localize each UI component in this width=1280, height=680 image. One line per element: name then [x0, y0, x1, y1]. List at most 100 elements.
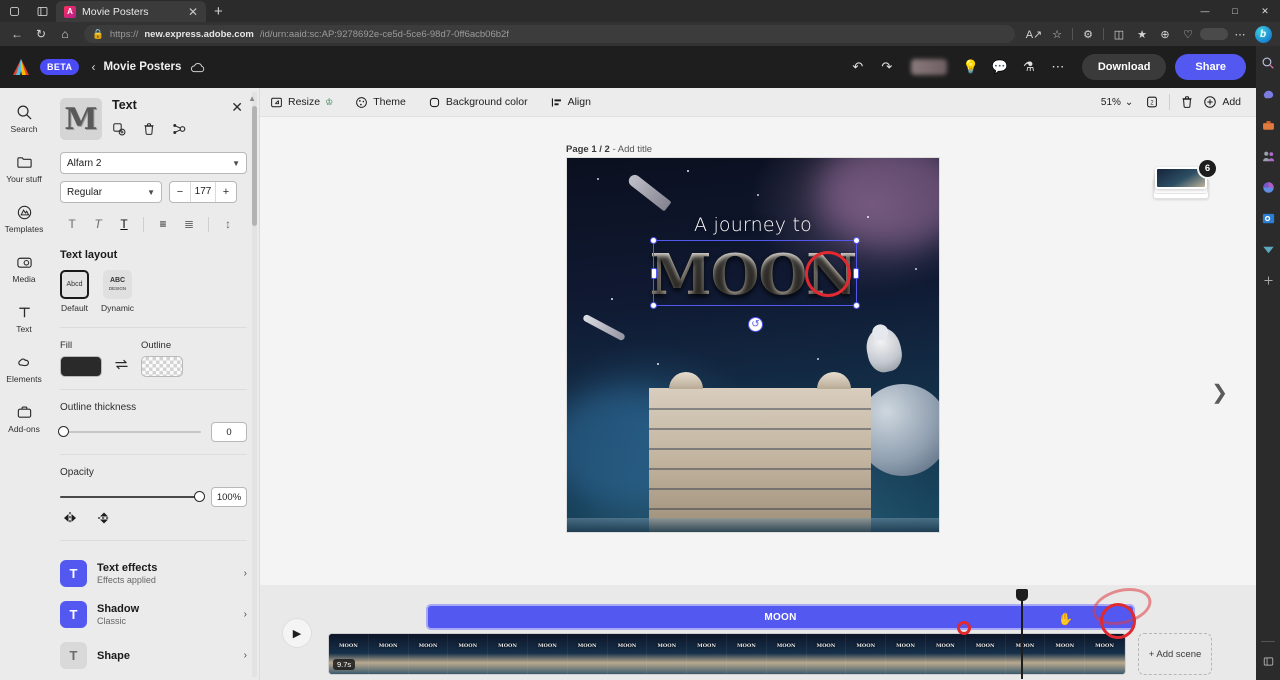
align-button[interactable]: ≡ [151, 213, 175, 235]
fill-color-swatch[interactable] [60, 356, 102, 377]
outlook-icon[interactable] [1259, 209, 1277, 227]
page-label[interactable]: Page 1 / 2 - Add title [566, 144, 652, 155]
uppercase-button[interactable]: T [60, 213, 84, 235]
sidebar-item-add-ons[interactable]: Add-ons [0, 398, 48, 438]
user-avatar[interactable] [911, 59, 947, 75]
slider-knob[interactable] [194, 491, 205, 502]
back-arrow-icon[interactable]: ← [6, 24, 28, 44]
panel-scroll-thumb[interactable] [252, 106, 257, 226]
add-collection-icon[interactable]: ⊕ [1154, 24, 1176, 44]
maximize-button[interactable]: □ [1220, 0, 1250, 22]
tab-overview-icon[interactable] [28, 0, 56, 22]
text-effects-row[interactable]: T Text effects Effects applied › [60, 553, 247, 594]
search-icon[interactable] [1259, 54, 1277, 72]
flip-vertical-icon[interactable] [96, 511, 112, 528]
underline-button[interactable]: T [112, 213, 136, 235]
sidebar-item-elements[interactable]: Elements [0, 348, 48, 388]
playhead-cap[interactable] [1016, 589, 1028, 601]
add-page-button[interactable]: Add [1198, 92, 1246, 112]
shadow-row[interactable]: T Shadow Classic › [60, 594, 247, 635]
poster-canvas[interactable]: A journey to MOON ↺ [567, 158, 939, 532]
filmstrip[interactable]: MOON MOON MOON MOON MOON MOON MOON MOON … [328, 633, 1126, 675]
sidebar-settings-icon[interactable] [1259, 652, 1277, 670]
chevron-right-icon[interactable]: ❯ [1211, 380, 1228, 405]
sidebar-item-media[interactable]: Media [0, 248, 48, 288]
line-spacing-button[interactable]: ↕ [216, 213, 240, 235]
layout-option-default[interactable]: Abcd Default [60, 270, 89, 313]
font-size-decrease-button[interactable]: − [170, 182, 190, 202]
browser-essentials-icon[interactable]: ♡ [1177, 24, 1199, 44]
font-size-value[interactable]: 177 [190, 182, 216, 202]
more-horizontal-icon[interactable]: ⋯ [1045, 54, 1071, 80]
outline-color-swatch[interactable] [141, 356, 183, 377]
close-icon[interactable]: ✕ [186, 6, 200, 18]
tools-icon[interactable] [1259, 116, 1277, 134]
read-aloud-icon[interactable]: A↗ [1023, 24, 1045, 44]
page-stack-thumbnail[interactable]: 6 [1152, 167, 1210, 201]
theme-button[interactable]: Theme [355, 96, 406, 109]
chevron-left-icon[interactable]: ‹ [91, 60, 95, 74]
align-button[interactable]: Align [550, 96, 591, 109]
resize-handle-left[interactable] [651, 268, 657, 279]
favorite-star-icon[interactable]: ☆ [1046, 24, 1068, 44]
sidebar-item-text[interactable]: Text [0, 298, 48, 338]
resize-button[interactable]: Resize ♔ [270, 96, 333, 109]
playhead[interactable] [1021, 593, 1023, 679]
reload-icon[interactable]: ↻ [30, 24, 52, 44]
resize-handle-right[interactable] [853, 268, 859, 279]
close-icon[interactable]: ✕ [227, 98, 247, 117]
zoom-level[interactable]: 51% [1101, 97, 1121, 108]
favorites-bar-icon[interactable]: ★ [1131, 24, 1153, 44]
font-size-stepper[interactable]: − 177 + [169, 181, 237, 203]
resize-handle-tl[interactable] [650, 237, 657, 244]
more-settings-icon[interactable]: ⋯ [1229, 24, 1251, 44]
play-button[interactable]: ▶ [282, 618, 312, 648]
group-icon[interactable] [172, 122, 186, 136]
chevron-right-icon[interactable]: › [244, 568, 247, 579]
timeline-track[interactable]: MOON [426, 604, 1135, 630]
copilot-swirl-icon[interactable] [1259, 178, 1277, 196]
flip-horizontal-icon[interactable] [62, 511, 78, 528]
browser-tab[interactable]: A Movie Posters ✕ [56, 1, 206, 22]
download-button[interactable]: Download [1082, 54, 1167, 80]
close-button[interactable]: ✕ [1250, 0, 1280, 22]
rotate-handle[interactable]: ↺ [748, 317, 763, 332]
sidebar-item-search[interactable]: Search [0, 98, 48, 138]
copilot-icon[interactable] [0, 0, 28, 22]
swap-arrows-icon[interactable] [114, 358, 129, 374]
chevron-right-icon[interactable]: › [244, 609, 247, 620]
resize-handle-tr[interactable] [853, 237, 860, 244]
add-scene-button[interactable]: + Add scene [1138, 633, 1212, 675]
chevron-right-icon[interactable]: › [244, 650, 247, 661]
slider-knob[interactable] [58, 426, 69, 437]
scroll-up-icon[interactable]: ▲ [248, 94, 256, 103]
resize-handle-br[interactable] [853, 302, 860, 309]
edge-shopping-icon[interactable] [1259, 85, 1277, 103]
font-size-increase-button[interactable]: + [216, 182, 236, 202]
trash-icon[interactable] [142, 122, 156, 136]
opacity-value[interactable]: 100% [211, 487, 247, 507]
list-button[interactable]: ≣ [177, 213, 201, 235]
sidebar-item-templates[interactable]: Templates [0, 198, 48, 238]
opacity-slider[interactable] [60, 496, 201, 498]
collections-icon[interactable]: ⚙ [1077, 24, 1099, 44]
resize-handle-bl[interactable] [650, 302, 657, 309]
italic-button[interactable]: T [86, 213, 110, 235]
outline-thickness-value[interactable]: 0 [211, 422, 247, 442]
share-button[interactable]: Share [1175, 54, 1246, 80]
redo-icon[interactable]: ↷ [874, 54, 900, 80]
background-color-button[interactable]: Background color [428, 96, 528, 109]
comment-icon[interactable]: 💬 [987, 54, 1013, 80]
drop-icon[interactable] [1259, 240, 1277, 258]
undo-icon[interactable]: ↶ [845, 54, 871, 80]
bing-copilot-icon[interactable]: b [1252, 24, 1274, 44]
duplicate-icon[interactable] [112, 122, 126, 136]
profile-avatar[interactable] [1200, 28, 1228, 40]
plus-icon[interactable]: + [206, 3, 231, 22]
font-style-select[interactable]: Regular ▼ [60, 181, 162, 203]
home-icon[interactable]: ⌂ [54, 24, 76, 44]
outline-thickness-slider[interactable] [60, 431, 201, 433]
people-icon[interactable] [1259, 147, 1277, 165]
chevron-down-icon[interactable]: ⌄ [1125, 97, 1133, 108]
split-screen-icon[interactable]: ◫ [1108, 24, 1130, 44]
